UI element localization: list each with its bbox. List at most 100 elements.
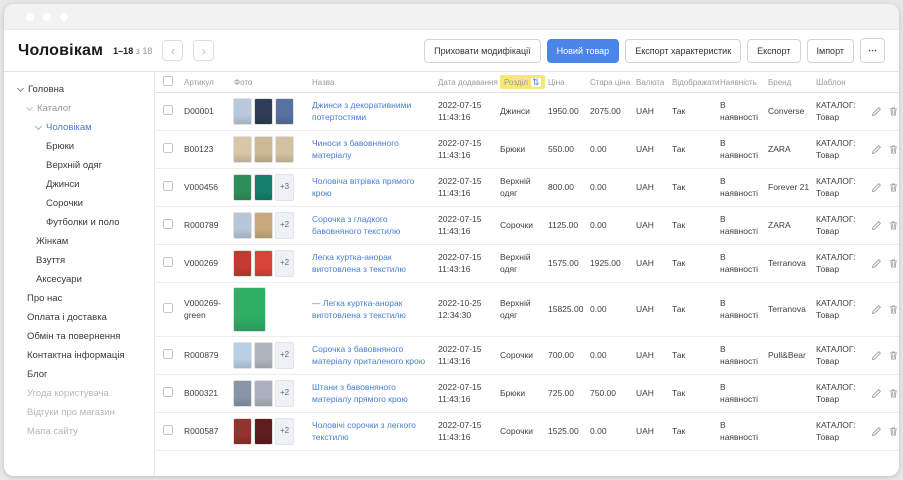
delete-trash-icon[interactable] — [888, 258, 899, 269]
sidebar-item-11[interactable]: Аксесуари — [18, 270, 150, 289]
product-photo-thumbnail[interactable] — [254, 174, 273, 201]
window-dot-icon[interactable] — [60, 13, 68, 21]
product-photo-thumbnail[interactable] — [254, 136, 273, 163]
delete-trash-icon[interactable] — [888, 304, 899, 315]
column-header-display[interactable]: Відображати — [669, 76, 717, 89]
column-header-old_price[interactable]: Стара ціна — [587, 76, 633, 89]
delete-trash-icon[interactable] — [888, 182, 899, 193]
sidebar-item-17[interactable]: Угода користувача — [18, 384, 150, 403]
next-page-button[interactable]: › — [193, 40, 214, 61]
sidebar-item-19[interactable]: Мапа сайту — [18, 422, 150, 441]
product-photo-thumbnail[interactable] — [254, 250, 273, 277]
product-name-link[interactable]: Чоловічі сорочки з легкого текстилю — [312, 420, 416, 441]
product-photo-thumbnail[interactable] — [254, 418, 273, 445]
column-header-sku[interactable]: Артикул — [181, 76, 231, 89]
column-header-brand[interactable]: Бренд — [765, 76, 813, 89]
product-name-link[interactable]: Легка куртка-анорак виготовлена з тексти… — [312, 252, 406, 273]
more-photos-badge[interactable]: +2 — [275, 342, 294, 369]
product-photo-thumbnail[interactable] — [233, 418, 252, 445]
product-photo-thumbnail[interactable] — [254, 380, 273, 407]
product-photo-thumbnail[interactable] — [275, 136, 294, 163]
sidebar-item-18[interactable]: Відгуки про магазин — [18, 403, 150, 422]
sidebar-item-6[interactable]: Джинси — [18, 175, 150, 194]
row-checkbox[interactable] — [163, 387, 173, 397]
column-header-price[interactable]: Ціна — [545, 76, 587, 89]
edit-pencil-icon[interactable] — [871, 304, 882, 315]
row-checkbox[interactable] — [163, 105, 173, 115]
column-header-name[interactable]: Назва — [309, 76, 435, 89]
sidebar-item-16[interactable]: Блог — [18, 365, 150, 384]
edit-pencil-icon[interactable] — [871, 144, 882, 155]
product-photo-thumbnail[interactable] — [233, 380, 252, 407]
select-all-checkbox[interactable] — [163, 76, 173, 86]
product-photo-thumbnail[interactable] — [233, 287, 266, 332]
column-header-date[interactable]: Дата додавання — [435, 76, 497, 89]
column-header-template[interactable]: Шаблон — [813, 76, 867, 89]
column-header-availability[interactable]: Наявність — [717, 76, 765, 89]
product-photo-thumbnail[interactable] — [233, 98, 252, 125]
product-photo-thumbnail[interactable] — [233, 174, 252, 201]
hide-modifications-button[interactable]: Приховати модифікації — [424, 39, 541, 63]
delete-trash-icon[interactable] — [888, 426, 899, 437]
delete-trash-icon[interactable] — [888, 350, 899, 361]
product-photo-thumbnail[interactable] — [233, 342, 252, 369]
row-checkbox[interactable] — [163, 143, 173, 153]
sidebar-item-3[interactable]: Чоловікам — [18, 118, 150, 137]
edit-pencil-icon[interactable] — [871, 388, 882, 399]
edit-pencil-icon[interactable] — [871, 426, 882, 437]
more-photos-badge[interactable]: +2 — [275, 212, 294, 239]
product-name-link[interactable]: Джинси з декоративними потертостями — [312, 100, 411, 121]
more-photos-badge[interactable]: +3 — [275, 174, 294, 201]
delete-trash-icon[interactable] — [888, 220, 899, 231]
product-photo-thumbnail[interactable] — [254, 212, 273, 239]
row-checkbox[interactable] — [163, 257, 173, 267]
product-name-link[interactable]: Штани з бавовняного матеріалу прямого кр… — [312, 382, 408, 403]
product-photo-thumbnail[interactable] — [254, 342, 273, 369]
sidebar-item-7[interactable]: Сорочки — [18, 194, 150, 213]
prev-page-button[interactable]: ‹ — [162, 40, 183, 61]
product-name-link[interactable]: Чиноси з бавовняного матеріалу — [312, 138, 399, 159]
window-dot-icon[interactable] — [43, 13, 51, 21]
row-checkbox[interactable] — [163, 349, 173, 359]
window-dot-icon[interactable] — [26, 13, 34, 21]
sidebar-item-8[interactable]: Футболки и поло — [18, 213, 150, 232]
edit-pencil-icon[interactable] — [871, 350, 882, 361]
export-button[interactable]: Експорт — [747, 39, 800, 63]
row-checkbox[interactable] — [163, 181, 173, 191]
edit-pencil-icon[interactable] — [871, 106, 882, 117]
sidebar-item-14[interactable]: Обмін та повернення — [18, 327, 150, 346]
column-header-photo[interactable]: Фото — [231, 76, 309, 89]
sidebar-item-15[interactable]: Контактна інформація — [18, 346, 150, 365]
product-photo-thumbnail[interactable] — [233, 212, 252, 239]
edit-pencil-icon[interactable] — [871, 258, 882, 269]
new-product-button[interactable]: Новий товар — [547, 39, 620, 63]
sidebar-item-13[interactable]: Оплата і доставка — [18, 308, 150, 327]
more-photos-badge[interactable]: +2 — [275, 418, 294, 445]
product-name-link[interactable]: Сорочка з бавовняного матеріалу притален… — [312, 344, 425, 365]
sidebar-item-1[interactable]: Головна — [18, 80, 150, 99]
sidebar-item-4[interactable]: Брюки — [18, 137, 150, 156]
delete-trash-icon[interactable] — [888, 106, 899, 117]
row-checkbox[interactable] — [163, 303, 173, 313]
more-photos-badge[interactable]: +2 — [275, 380, 294, 407]
column-header-currency[interactable]: Валюта — [633, 76, 669, 89]
row-checkbox[interactable] — [163, 219, 173, 229]
column-header-section[interactable]: Розділ⇅ — [497, 73, 545, 91]
sidebar-item-9[interactable]: Жінкам — [18, 232, 150, 251]
export-characteristics-button[interactable]: Експорт характеристик — [625, 39, 741, 63]
product-name-link[interactable]: — Легка куртка-анорак виготовлена з текс… — [312, 298, 406, 319]
sidebar-item-12[interactable]: Про нас — [18, 289, 150, 308]
row-checkbox[interactable] — [163, 425, 173, 435]
edit-pencil-icon[interactable] — [871, 220, 882, 231]
product-name-link[interactable]: Сорочка з гладкого бавовняного текстилю — [312, 214, 400, 235]
product-photo-thumbnail[interactable] — [233, 136, 252, 163]
sidebar-item-5[interactable]: Верхній одяг — [18, 156, 150, 175]
product-photo-thumbnail[interactable] — [233, 250, 252, 277]
delete-trash-icon[interactable] — [888, 388, 899, 399]
sidebar-item-10[interactable]: Взуття — [18, 251, 150, 270]
more-actions-button[interactable]: ⋯ — [860, 38, 885, 63]
product-name-link[interactable]: Чоловіча вітрівка прямого крою — [312, 176, 414, 197]
product-photo-thumbnail[interactable] — [275, 98, 294, 125]
delete-trash-icon[interactable] — [888, 144, 899, 155]
product-photo-thumbnail[interactable] — [254, 98, 273, 125]
